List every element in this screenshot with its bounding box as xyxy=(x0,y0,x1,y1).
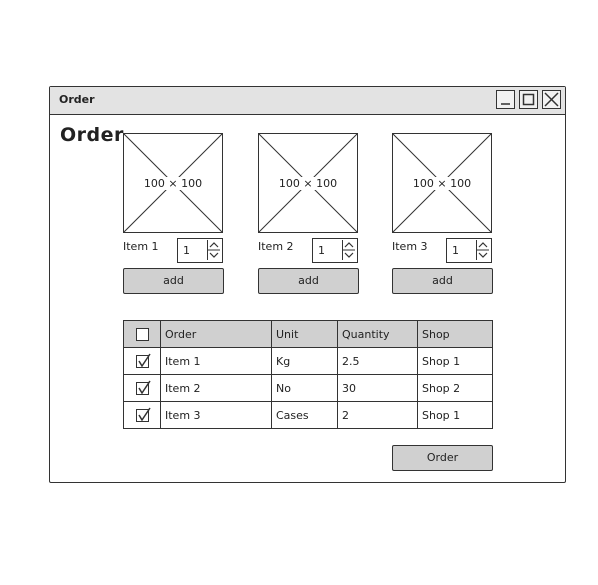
column-header-quantity[interactable]: Quantity xyxy=(337,320,418,348)
select-all-checkbox[interactable] xyxy=(135,327,149,341)
quantity-value: 1 xyxy=(318,244,325,257)
checkmark-icon xyxy=(137,407,151,422)
item-3-quantity-stepper[interactable]: 1 xyxy=(446,238,492,263)
window-title: Order xyxy=(59,93,95,106)
item-1-image-placeholder: 100 × 100 xyxy=(123,133,223,233)
item-2-image-placeholder: 100 × 100 xyxy=(258,133,358,233)
item-2-label: Item 2 xyxy=(258,240,294,253)
quantity-cell: 30 xyxy=(337,374,418,402)
item-3-label: Item 3 xyxy=(392,240,428,253)
checkmark-icon xyxy=(137,380,151,395)
item-3-image-placeholder: 100 × 100 xyxy=(392,133,492,233)
column-header-shop[interactable]: Shop xyxy=(417,320,493,348)
maximize-button[interactable] xyxy=(519,90,538,109)
maximize-icon xyxy=(522,93,535,106)
item-3-add-button[interactable]: add xyxy=(392,268,493,294)
placeholder-size-label: 100 × 100 xyxy=(277,177,339,190)
item-1-label: Item 1 xyxy=(123,240,159,253)
minimize-icon xyxy=(501,103,510,105)
placeholder-size-label: 100 × 100 xyxy=(142,177,204,190)
close-button[interactable] xyxy=(542,90,561,109)
order-table: Order Unit Quantity Shop Item 1 Kg 2.5 S… xyxy=(123,320,493,429)
quantity-cell: 2 xyxy=(337,401,418,429)
unit-cell: Kg xyxy=(271,347,338,375)
order-cell: Item 3 xyxy=(160,401,272,429)
quantity-value: 1 xyxy=(452,244,459,257)
column-header-unit[interactable]: Unit xyxy=(271,320,338,348)
item-1-quantity-stepper[interactable]: 1 xyxy=(177,238,223,263)
table-row[interactable]: Item 3 Cases 2 Shop 1 xyxy=(123,401,493,429)
order-cell: Item 2 xyxy=(160,374,272,402)
unit-cell: Cases xyxy=(271,401,338,429)
quantity-cell: 2.5 xyxy=(337,347,418,375)
quantity-value: 1 xyxy=(183,244,190,257)
row-checkbox[interactable] xyxy=(135,380,151,395)
unit-cell: No xyxy=(271,374,338,402)
table-row[interactable]: Item 1 Kg 2.5 Shop 1 xyxy=(123,347,493,375)
checkmark-icon xyxy=(137,353,151,368)
item-1-add-button[interactable]: add xyxy=(123,268,224,294)
shop-cell: Shop 2 xyxy=(417,374,493,402)
stepper-arrows-icon[interactable] xyxy=(476,240,489,260)
shop-cell: Shop 1 xyxy=(417,401,493,429)
order-button[interactable]: Order xyxy=(392,445,493,471)
order-window: Order Order 100 × 100 Item 1 1 add 100 ×… xyxy=(49,86,566,483)
page-title: Order xyxy=(60,124,124,146)
select-all-cell xyxy=(123,320,161,348)
close-icon xyxy=(544,92,559,107)
shop-cell: Shop 1 xyxy=(417,347,493,375)
row-checkbox[interactable] xyxy=(135,407,151,422)
table-header-row: Order Unit Quantity Shop xyxy=(123,320,493,348)
stepper-arrows-icon[interactable] xyxy=(207,240,220,260)
stepper-arrows-icon[interactable] xyxy=(342,240,355,260)
row-checkbox[interactable] xyxy=(135,353,151,368)
item-2-quantity-stepper[interactable]: 1 xyxy=(312,238,358,263)
title-bar: Order xyxy=(50,87,565,115)
table-row[interactable]: Item 2 No 30 Shop 2 xyxy=(123,374,493,402)
order-cell: Item 1 xyxy=(160,347,272,375)
column-header-order[interactable]: Order xyxy=(160,320,272,348)
item-2-add-button[interactable]: add xyxy=(258,268,359,294)
placeholder-size-label: 100 × 100 xyxy=(411,177,473,190)
minimize-button[interactable] xyxy=(496,90,515,109)
